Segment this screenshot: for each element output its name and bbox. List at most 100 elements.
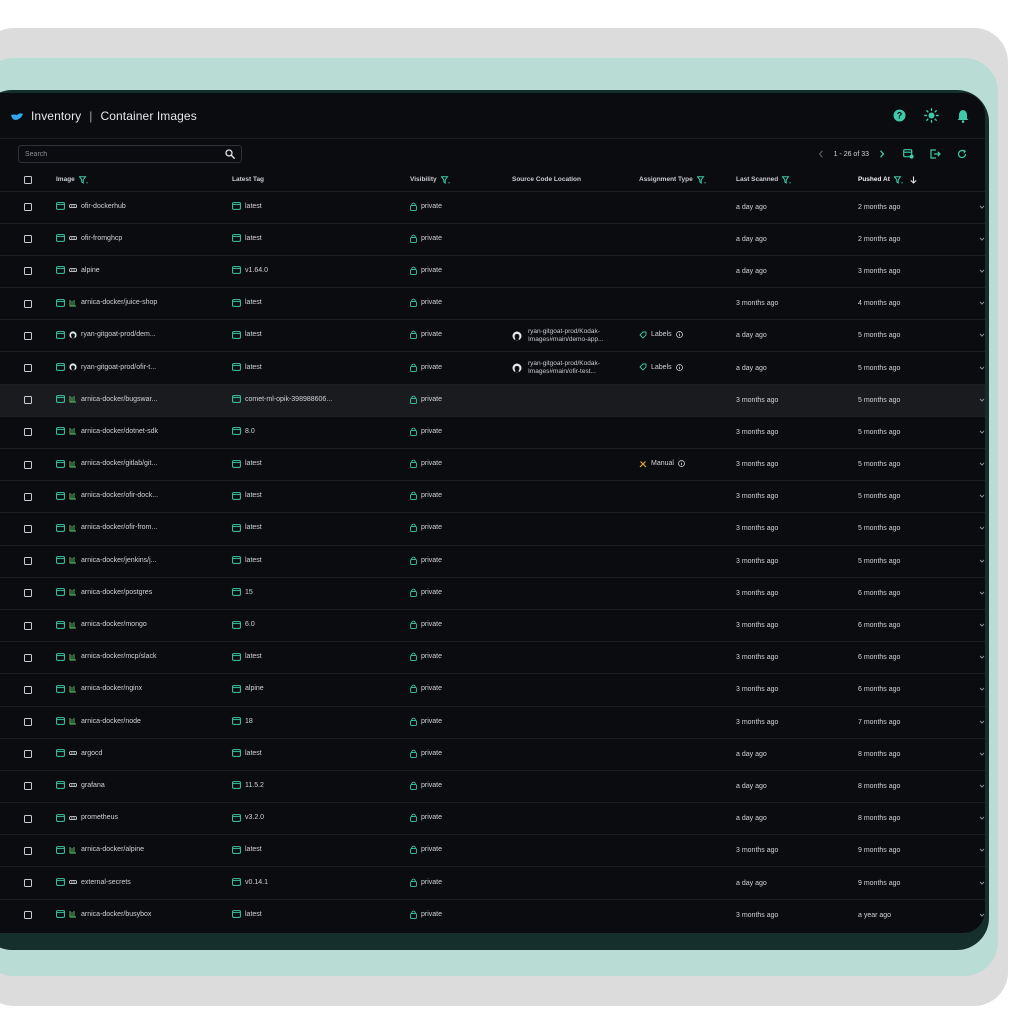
image-name[interactable]: arnica-docker/node [81, 718, 141, 725]
row-checkbox[interactable] [24, 203, 32, 212]
source-code-location[interactable]: ryan-gitgoat-prod/Kodak-Images#main/ofir… [512, 360, 624, 376]
refresh-icon[interactable] [957, 149, 967, 159]
filter-icon[interactable] [696, 176, 706, 184]
image-name[interactable]: external-secrets [81, 879, 131, 886]
image-name[interactable]: prometheus [81, 814, 118, 821]
image-name[interactable]: arnica-docker/bugswar... [81, 396, 157, 403]
row-checkbox[interactable] [24, 685, 32, 694]
table-row[interactable]: alpine v1.64.0 private a day ago 3 month… [0, 254, 985, 288]
image-name[interactable]: grafana [81, 782, 105, 789]
expand-chevron-icon[interactable] [979, 622, 985, 628]
row-checkbox[interactable] [24, 782, 32, 791]
row-checkbox[interactable] [24, 557, 32, 566]
table-row[interactable]: arnica-docker/bugswar... comet-ml-opik-3… [0, 383, 985, 417]
expand-chevron-icon[interactable] [979, 815, 985, 821]
filter-icon[interactable] [893, 176, 903, 184]
sort-desc-icon[interactable] [910, 176, 917, 184]
search-icon[interactable] [225, 149, 235, 159]
table-row[interactable]: ryan-gitgoat-prod/ofir-t... latest priva… [0, 351, 985, 385]
expand-chevron-icon[interactable] [979, 783, 985, 789]
image-name[interactable]: arnica-docker/busybox [81, 911, 151, 918]
select-all-checkbox[interactable] [24, 175, 32, 184]
image-name[interactable]: alpine [81, 267, 100, 274]
table-row[interactable]: ofir-fromghcp latest private a day ago 2… [0, 222, 985, 256]
image-name[interactable]: arnica-docker/ofir-dock... [81, 492, 158, 499]
expand-chevron-icon[interactable] [979, 590, 985, 596]
row-checkbox[interactable] [24, 750, 32, 759]
bell-icon[interactable] [955, 108, 971, 124]
table-row[interactable]: ofir-dockerhub latest private a day ago … [0, 190, 985, 224]
image-name[interactable]: ryan-gitgoat-prod/ofir-t... [81, 364, 156, 371]
expand-chevron-icon[interactable] [979, 719, 985, 725]
image-name[interactable]: arnica-docker/nginx [81, 685, 142, 692]
table-row[interactable]: arnica-docker/alpine latest private 3 mo… [0, 834, 985, 867]
expand-chevron-icon[interactable] [979, 686, 985, 692]
column-header-last-scanned[interactable]: Last Scanned [736, 176, 778, 183]
image-name[interactable]: arnica-docker/mcp/slack [81, 653, 156, 660]
expand-chevron-icon[interactable] [979, 525, 985, 531]
breadcrumb-section[interactable]: Inventory [31, 109, 81, 123]
expand-chevron-icon[interactable] [979, 461, 985, 467]
info-icon[interactable] [675, 363, 683, 371]
row-checkbox[interactable] [24, 911, 32, 920]
image-name[interactable]: arnica-docker/mongo [81, 621, 147, 628]
table-row[interactable]: arnica-docker/juice-shop latest private … [0, 287, 985, 320]
filter-icon[interactable] [782, 176, 792, 184]
image-name[interactable]: arnica-docker/juice-shop [81, 299, 157, 306]
row-checkbox[interactable] [24, 814, 32, 823]
row-checkbox[interactable] [24, 524, 32, 533]
table-row[interactable]: arnica-docker/gitlab/git... latest priva… [0, 447, 985, 481]
source-code-location[interactable]: ryan-gitgoat-prod/Kodak-Images#main/demo… [512, 328, 624, 344]
table-row[interactable]: arnica-docker/nginx alpine private 3 mon… [0, 673, 985, 706]
row-checkbox[interactable] [24, 460, 32, 469]
expand-chevron-icon[interactable] [979, 912, 985, 918]
image-name[interactable]: arnica-docker/alpine [81, 846, 144, 853]
row-checkbox[interactable] [24, 653, 32, 662]
table-row[interactable]: arnica-docker/jenkins/j... latest privat… [0, 544, 985, 578]
row-checkbox[interactable] [24, 492, 32, 501]
table-row[interactable]: ryan-gitgoat-prod/dem... latest private … [0, 319, 985, 352]
expand-chevron-icon[interactable] [979, 654, 985, 660]
expand-chevron-icon[interactable] [979, 429, 985, 435]
filter-icon[interactable] [78, 176, 88, 184]
row-checkbox[interactable] [24, 589, 32, 598]
expand-chevron-icon[interactable] [979, 332, 985, 338]
table-settings-icon[interactable] [903, 149, 914, 159]
row-checkbox[interactable] [24, 718, 32, 727]
row-checkbox[interactable] [24, 267, 32, 276]
column-header-image[interactable]: Image [56, 176, 75, 183]
expand-chevron-icon[interactable] [979, 847, 985, 853]
source-code-path[interactable]: ryan-gitgoat-prod/Kodak-Images#main/demo… [528, 328, 624, 344]
table-row[interactable]: arnica-docker/postgres 15 private 3 mont… [0, 576, 985, 610]
expand-chevron-icon[interactable] [979, 397, 985, 403]
theme-toggle-icon[interactable] [923, 108, 939, 124]
row-checkbox[interactable] [24, 364, 32, 373]
table-row[interactable]: arnica-docker/dotnet-sdk 8.0 private 3 m… [0, 415, 985, 449]
table-row[interactable]: arnica-docker/busybox latest private 3 m… [0, 898, 985, 932]
image-name[interactable]: arnica-docker/dotnet-sdk [81, 428, 158, 435]
column-header-latest-tag[interactable]: Latest Tag [232, 176, 264, 183]
column-header-pushed-at[interactable]: Pushed At [858, 176, 890, 183]
next-page-icon[interactable] [879, 150, 885, 158]
table-row[interactable]: arnica-docker/mongo 6.0 private 3 months… [0, 608, 985, 642]
row-checkbox[interactable] [24, 299, 32, 308]
column-header-assignment-type[interactable]: Assignment Type [639, 176, 693, 183]
row-checkbox[interactable] [24, 428, 32, 437]
expand-chevron-icon[interactable] [979, 204, 985, 210]
table-row[interactable]: grafana 11.5.2 private a day ago 8 month… [0, 769, 985, 803]
search-box[interactable] [18, 145, 242, 163]
table-row[interactable]: external-secrets v0.14.1 private a day a… [0, 866, 985, 900]
table-row[interactable]: arnica-docker/node 18 private 3 months a… [0, 705, 985, 739]
info-icon[interactable] [678, 460, 685, 467]
table-row[interactable]: argocd latest private a day ago 8 months… [0, 737, 985, 771]
search-input[interactable] [25, 150, 215, 158]
image-name[interactable]: arnica-docker/postgres [81, 589, 152, 596]
help-icon[interactable]: ? [891, 108, 907, 124]
image-name[interactable]: arnica-docker/jenkins/j... [81, 557, 156, 564]
expand-chevron-icon[interactable] [979, 300, 985, 306]
row-checkbox[interactable] [24, 235, 32, 244]
image-name[interactable]: arnica-docker/gitlab/git... [81, 460, 157, 467]
expand-chevron-icon[interactable] [979, 236, 985, 242]
column-header-source-code-location[interactable]: Source Code Location [512, 176, 581, 183]
prev-page-icon[interactable] [818, 150, 824, 158]
